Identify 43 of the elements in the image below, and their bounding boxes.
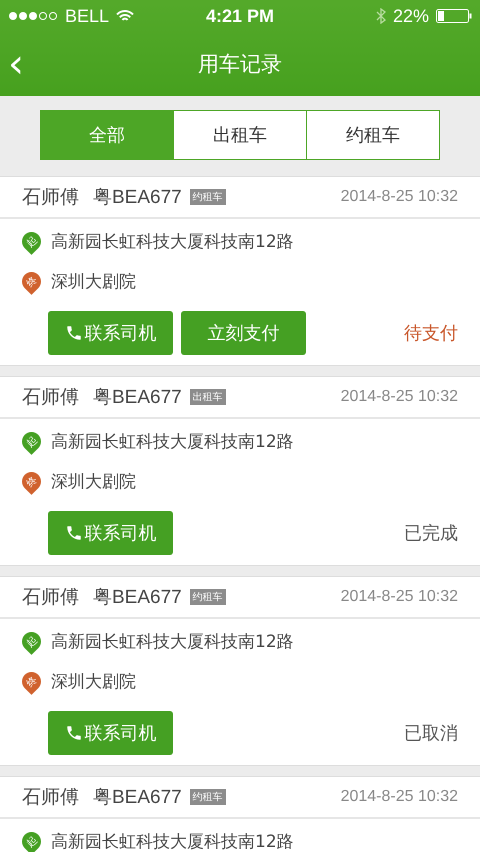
back-button[interactable]: ‹ [0, 44, 32, 84]
battery-percent: 22% [392, 6, 429, 26]
plate-number: 粤BEA677 [93, 186, 182, 210]
page-title: 用车记录 [198, 51, 282, 78]
driver-name: 石师傅 [22, 385, 79, 410]
clock: 4:21 PM [206, 6, 274, 26]
signal-icon [8, 11, 58, 21]
start-address: 高新园长虹科技大厦科技南12路 [51, 630, 294, 652]
car-type-tag: 约租车 [190, 589, 226, 605]
driver-name: 石师傅 [22, 785, 79, 810]
driver-name: 石师傅 [22, 585, 79, 610]
order-time: 2014-8-25 10:32 [340, 188, 458, 206]
driver-name: 石师傅 [22, 185, 79, 210]
carrier-name: BELL [65, 6, 110, 26]
order-time: 2014-8-25 10:32 [340, 788, 458, 806]
car-type-tag: 出租车 [190, 389, 226, 405]
end-address: 深圳大剧院 [51, 470, 136, 492]
phone-icon [64, 324, 82, 342]
end-address: 深圳大剧院 [51, 270, 136, 292]
end-address: 深圳大剧院 [51, 670, 136, 692]
call-driver-button[interactable]: 联系司机 [48, 311, 173, 355]
phone-icon [64, 724, 82, 742]
order-status: 已取消 [404, 722, 458, 745]
call-driver-button[interactable]: 联系司机 [48, 711, 173, 755]
bluetooth-icon [376, 8, 386, 24]
order-time: 2014-8-25 10:32 [340, 588, 458, 606]
car-type-tag: 约租车 [190, 189, 226, 205]
pay-button[interactable]: 立刻支付 [181, 311, 306, 355]
plate-number: 粤BEA677 [93, 386, 182, 410]
start-address: 高新园长虹科技大厦科技南12路 [51, 830, 294, 852]
start-address: 高新园长虹科技大厦科技南12路 [51, 430, 294, 452]
car-type-tag: 约租车 [190, 789, 226, 805]
battery-icon [436, 9, 472, 23]
order-time: 2014-8-25 10:32 [340, 388, 458, 406]
order-status: 已完成 [404, 522, 458, 545]
plate-number: 粤BEA677 [93, 786, 182, 810]
call-driver-button[interactable]: 联系司机 [48, 511, 173, 555]
start-address: 高新园长虹科技大厦科技南12路 [51, 230, 294, 252]
plate-number: 粤BEA677 [93, 586, 182, 610]
filter-tab[interactable]: 全部 [41, 111, 173, 159]
order-status: 待支付 [404, 322, 458, 345]
phone-icon [64, 524, 82, 542]
wifi-icon [116, 10, 134, 22]
